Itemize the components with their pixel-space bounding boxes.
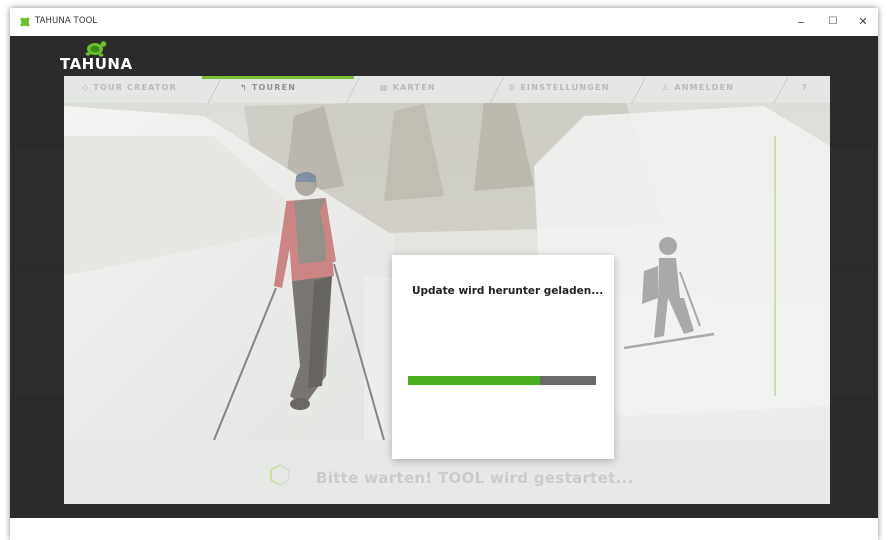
download-progress-bar — [408, 376, 596, 385]
nav-divider — [207, 78, 222, 104]
tab-label: KARTEN — [392, 83, 436, 92]
tab-label: TOUR CREATOR — [93, 83, 177, 92]
nav-divider — [631, 78, 646, 104]
map-icon: ▦ — [380, 83, 393, 92]
update-download-dialog: Update wird herunter geladen... — [392, 255, 614, 459]
nav-divider — [489, 78, 504, 104]
main-navigation: ◇ TOUR CREATOR ↰ TOUREN ▦ KARTEN ⚙ EINST… — [64, 76, 830, 104]
main-content: ◇ TOUR CREATOR ↰ TOUREN ▦ KARTEN ⚙ EINST… — [64, 76, 830, 504]
tab-anmelden[interactable]: ♙ ANMELDEN — [662, 83, 734, 92]
application-window: TAHUNA TOOL – ☐ ✕ TAHUNA ◇ TOUR CREATOR … — [10, 8, 878, 540]
title-bar: TAHUNA TOOL – ☐ ✕ — [10, 8, 878, 36]
tab-label: ANMELDEN — [674, 83, 735, 92]
user-icon: ♙ — [662, 83, 675, 92]
diamond-icon: ◇ — [82, 83, 94, 92]
gear-icon: ⚙ — [508, 83, 521, 92]
side-band — [10, 272, 64, 396]
active-tab-indicator — [202, 76, 354, 79]
window-title: TAHUNA TOOL — [35, 16, 98, 26]
nav-divider — [345, 78, 360, 104]
minimize-button[interactable]: – — [792, 13, 810, 31]
loading-spinner-icon — [270, 464, 290, 486]
route-icon: ↰ — [240, 83, 252, 92]
logo-text: TAHUNA — [60, 55, 133, 73]
maximize-button[interactable]: ☐ — [824, 13, 842, 31]
tab-label: TOUREN — [251, 83, 297, 92]
tab-help[interactable]: ? — [802, 83, 808, 92]
app-icon — [20, 17, 30, 27]
tab-einstellungen[interactable]: ⚙ EINSTELLUNGEN — [508, 83, 610, 92]
tab-tour-creator[interactable]: ◇ TOUR CREATOR — [82, 83, 177, 92]
side-band — [10, 148, 64, 266]
loading-status-text: Bitte warten! TOOL wird gestartet... — [316, 469, 634, 487]
nav-divider — [773, 78, 788, 104]
side-band — [830, 272, 878, 396]
close-button[interactable]: ✕ — [854, 13, 872, 31]
side-band — [830, 148, 878, 266]
app-header: TAHUNA — [10, 36, 878, 76]
help-icon: ? — [802, 83, 808, 92]
tab-touren[interactable]: ↰ TOUREN — [240, 83, 296, 92]
window-bottom-area — [10, 518, 878, 540]
tab-label: EINSTELLUNGEN — [520, 83, 610, 92]
tab-karten[interactable]: ▦ KARTEN — [380, 83, 436, 92]
tahuna-logo[interactable]: TAHUNA — [60, 38, 140, 76]
dialog-message: Update wird herunter geladen... — [412, 285, 604, 297]
download-progress-fill — [408, 376, 540, 385]
